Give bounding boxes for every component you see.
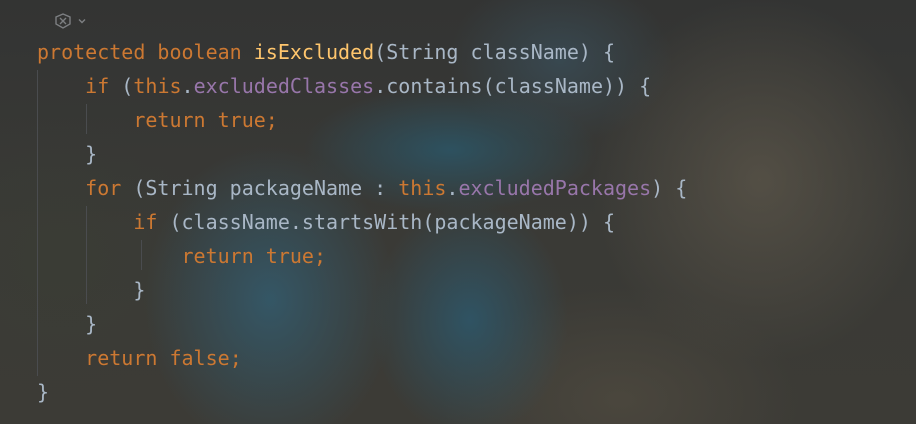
- code-token: }: [85, 312, 98, 336]
- code-line: return true;: [37, 239, 687, 273]
- code-token: excludedClasses: [193, 74, 375, 98]
- code-line: }: [37, 137, 687, 171]
- code-line: }: [37, 273, 687, 307]
- code-token: .contains(className)) {: [374, 74, 652, 98]
- code-token: if: [85, 74, 110, 98]
- code-token: (String packageName :: [121, 176, 399, 200]
- code-token: boolean: [157, 40, 242, 64]
- chevron-down-icon: [77, 16, 87, 26]
- code-token: return: [181, 244, 254, 268]
- code-token: (className.startsWith(packageName)) {: [157, 210, 615, 234]
- code-vision-inlay[interactable]: [52, 10, 87, 32]
- code-token: ;: [265, 108, 278, 132]
- code-line: protected boolean isExcluded(String clas…: [37, 35, 687, 69]
- code-line: }: [37, 375, 687, 409]
- code-token: true: [217, 108, 266, 132]
- code-line: }: [37, 307, 687, 341]
- code-token: (: [109, 74, 134, 98]
- code-token: .: [181, 74, 194, 98]
- code-token: protected: [37, 40, 146, 64]
- code-token: this: [133, 74, 182, 98]
- code-token: }: [133, 278, 146, 302]
- code-text: protected boolean isExcluded(String clas…: [37, 35, 687, 409]
- code-token: isExcluded: [253, 40, 375, 64]
- code-token: this: [398, 176, 447, 200]
- code-token: false: [169, 346, 230, 370]
- code-token: excludedPackages: [458, 176, 652, 200]
- code-line: return false;: [37, 341, 687, 375]
- code-token: true: [265, 244, 314, 268]
- code-line: for (String packageName : this.excludedP…: [37, 171, 687, 205]
- code-token: ;: [313, 244, 327, 268]
- code-token: (String className) {: [374, 40, 616, 64]
- code-editor[interactable]: protected boolean isExcluded(String clas…: [0, 0, 916, 424]
- code-line: return true;: [37, 103, 687, 137]
- code-line: if (this.excludedClasses.contains(classN…: [37, 69, 687, 103]
- code-token: }: [85, 142, 98, 166]
- code-line: if (className.startsWith(packageName)) {: [37, 205, 687, 239]
- code-token: }: [37, 380, 50, 404]
- code-token: for: [85, 176, 122, 200]
- code-token: if: [133, 210, 158, 234]
- code-vision-icon: [52, 12, 74, 30]
- code-token: .: [446, 176, 459, 200]
- code-token: return: [85, 346, 158, 370]
- code-token: ;: [229, 346, 242, 370]
- code-token: ) {: [651, 176, 688, 200]
- code-token: return: [133, 108, 206, 132]
